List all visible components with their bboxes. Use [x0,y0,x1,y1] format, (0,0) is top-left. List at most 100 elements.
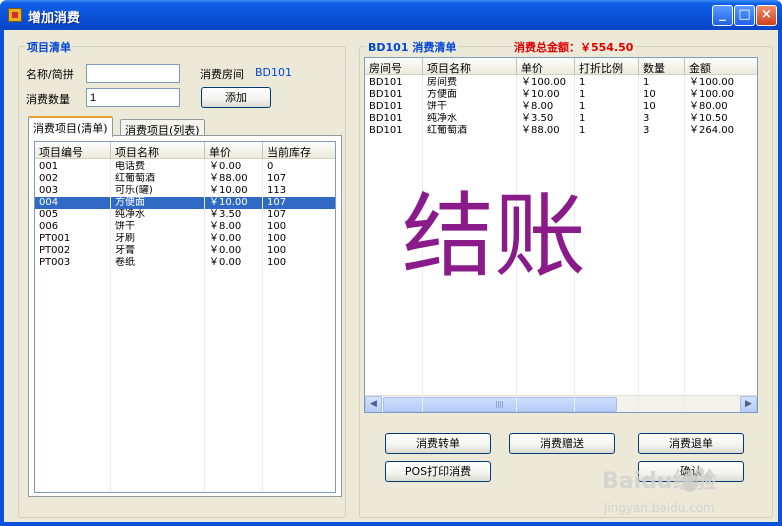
transfer-button[interactable]: 消费转单 [385,433,491,454]
table-cell: 1 [579,113,586,124]
handwritten-annotation: 结账 [402,183,586,282]
table-cell: 113 [267,185,287,196]
annotation-text: 结账 [402,183,586,282]
arrow-right-icon: ▶ [745,399,752,409]
table-cell: ￥10.50 [689,113,728,124]
consume-room-title: BD101 [368,41,409,54]
table-row[interactable]: 005 纯净水 ￥3.50 107 [35,209,335,221]
consume-row[interactable]: BD101 纯净水 ￥3.50 1 3 ￥10.50 [365,113,757,125]
minimize-button[interactable]: _ [712,5,733,26]
window-title: 增加消费 [28,11,81,26]
table-row[interactable]: 003 可乐(罐) ￥10.00 113 [35,185,335,197]
grip-icon [496,401,504,408]
horizontal-scrollbar[interactable]: ◀ ▶ [365,395,757,412]
column-header-stock[interactable]: 当前库存 [263,142,335,159]
grid-line [262,159,263,492]
table-cell: ￥3.50 [209,209,242,220]
table-cell: 002 [39,173,59,184]
table-cell: ￥0.00 [209,161,242,172]
table-cell: ￥100.00 [521,77,566,88]
maximize-button[interactable]: □ [734,5,755,26]
table-cell: ￥0.00 [209,257,242,268]
table-cell: 107 [267,209,287,220]
consume-row[interactable]: BD101 方便面 ￥10.00 1 10 ￥100.00 [365,89,757,101]
column-header-discount[interactable]: 打折比例 [575,58,639,75]
scroll-thumb[interactable] [383,397,617,412]
table-cell: 107 [267,197,287,208]
table-row[interactable]: 002 红葡萄酒 ￥88.00 107 [35,173,335,185]
column-header-name[interactable]: 项目名称 [111,142,205,159]
add-button[interactable]: 添加 [201,87,271,108]
room-value: BD101 [255,66,293,79]
tab-consume-items-list[interactable]: 消费项目(清单) [28,116,113,137]
table-cell: PT002 [39,245,71,256]
name-input[interactable] [86,64,180,83]
title-bar[interactable]: 增加消费 _ □ × [0,0,782,30]
table-cell: 100 [267,233,287,244]
table-cell: 100 [267,245,287,256]
table-cell: 房间费 [427,77,457,88]
table-row[interactable]: PT003 卷纸 ￥0.00 100 [35,257,335,269]
table-cell: 电话费 [115,161,145,172]
table-cell: 1 [579,77,586,88]
items-table[interactable]: 项目编号 项目名称 单价 当前库存 001 电话费 ￥0.00 0 002 红葡萄酒 ￥88… [34,141,336,493]
table-cell: 001 [39,161,59,172]
qty-input[interactable] [86,88,180,107]
scroll-left-button[interactable]: ◀ [365,396,382,412]
close-button[interactable]: × [756,5,777,26]
table-cell: 纯净水 [115,209,145,220]
grid-line [684,75,685,412]
column-header-price[interactable]: 单价 [205,142,263,159]
name-label: 名称/简拼 [26,68,74,81]
table-cell: 方便面 [427,89,457,100]
table-cell: 牙膏 [115,245,135,256]
table-cell: 饼干 [115,221,135,232]
total-amount: 消费总金额：￥554.50 [512,39,636,55]
table-cell: 红葡萄酒 [115,173,155,184]
table-cell: 1 [579,125,586,136]
table-cell: 3 [643,125,650,136]
table-cell: 005 [39,209,59,220]
table-cell: 003 [39,185,59,196]
pos-print-button[interactable]: POS打印消费 [385,461,491,482]
table-row[interactable]: 006 饼干 ￥8.00 100 [35,221,335,233]
table-cell: ￥100.00 [689,89,734,100]
column-header-room[interactable]: 房间号 [365,58,423,75]
table-cell: 10 [643,89,656,100]
table-cell: BD101 [369,89,403,100]
table-cell: ￥10.00 [521,89,560,100]
table-row[interactable]: PT001 牙刷 ￥0.00 100 [35,233,335,245]
grid-line [638,75,639,412]
close-icon: × [761,7,772,22]
app-icon [8,8,22,22]
table-cell: ￥10.00 [209,197,248,208]
table-cell: 0 [267,161,274,172]
table-row[interactable]: 001 电话费 ￥0.00 0 [35,161,335,173]
table-row[interactable]: 004 方便面 ￥10.00 107 [35,197,335,209]
table-cell: 100 [267,221,287,232]
table-cell: ￥100.00 [689,77,734,88]
qty-label: 消费数量 [26,93,70,106]
refund-button[interactable]: 消费退单 [638,433,744,454]
column-header-code[interactable]: 项目编号 [35,142,111,159]
column-header-item-name[interactable]: 项目名称 [423,58,517,75]
scroll-right-button[interactable]: ▶ [740,396,757,412]
column-header-unit-price[interactable]: 单价 [517,58,575,75]
table-cell: 1 [579,101,586,112]
table-cell: ￥88.00 [521,125,560,136]
consume-row[interactable]: BD101 房间费 ￥100.00 1 1 ￥100.00 [365,77,757,89]
consume-row[interactable]: BD101 饼干 ￥8.00 1 10 ￥80.00 [365,101,757,113]
column-header-amount[interactable]: 金额 [685,58,757,75]
grid-line [204,159,205,492]
room-label: 消费房间 [200,68,244,81]
consume-row[interactable]: BD101 红葡萄酒 ￥88.00 1 3 ￥264.00 [365,125,757,137]
consume-list-title: 消费清单 [412,41,457,54]
table-cell: 卷纸 [115,257,135,268]
table-row[interactable]: PT002 牙膏 ￥0.00 100 [35,245,335,257]
table-cell: 004 [39,197,59,208]
table-cell: 1 [579,89,586,100]
column-header-quantity[interactable]: 数量 [639,58,685,75]
table-cell: 方便面 [115,197,145,208]
total-value: ￥554.50 [580,41,634,54]
gift-button[interactable]: 消费赠送 [509,433,615,454]
